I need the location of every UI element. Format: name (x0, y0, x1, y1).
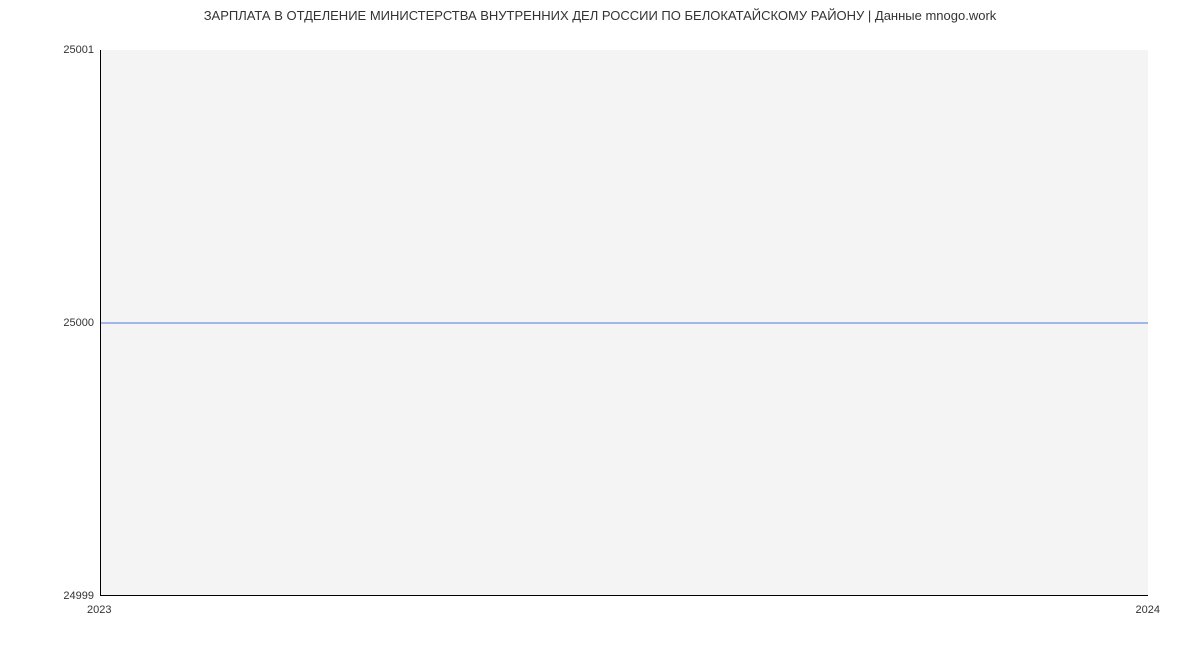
y-axis-tick: 25001 (63, 44, 94, 56)
x-axis-tick: 2023 (87, 604, 111, 616)
plot-area (100, 50, 1148, 596)
y-axis-tick: 25000 (63, 317, 94, 329)
x-axis-tick: 2024 (1136, 604, 1160, 616)
chart-title: ЗАРПЛАТА В ОТДЕЛЕНИЕ МИНИСТЕРСТВА ВНУТРЕ… (0, 8, 1200, 23)
y-axis-tick: 24999 (63, 590, 94, 602)
data-line (101, 322, 1148, 323)
